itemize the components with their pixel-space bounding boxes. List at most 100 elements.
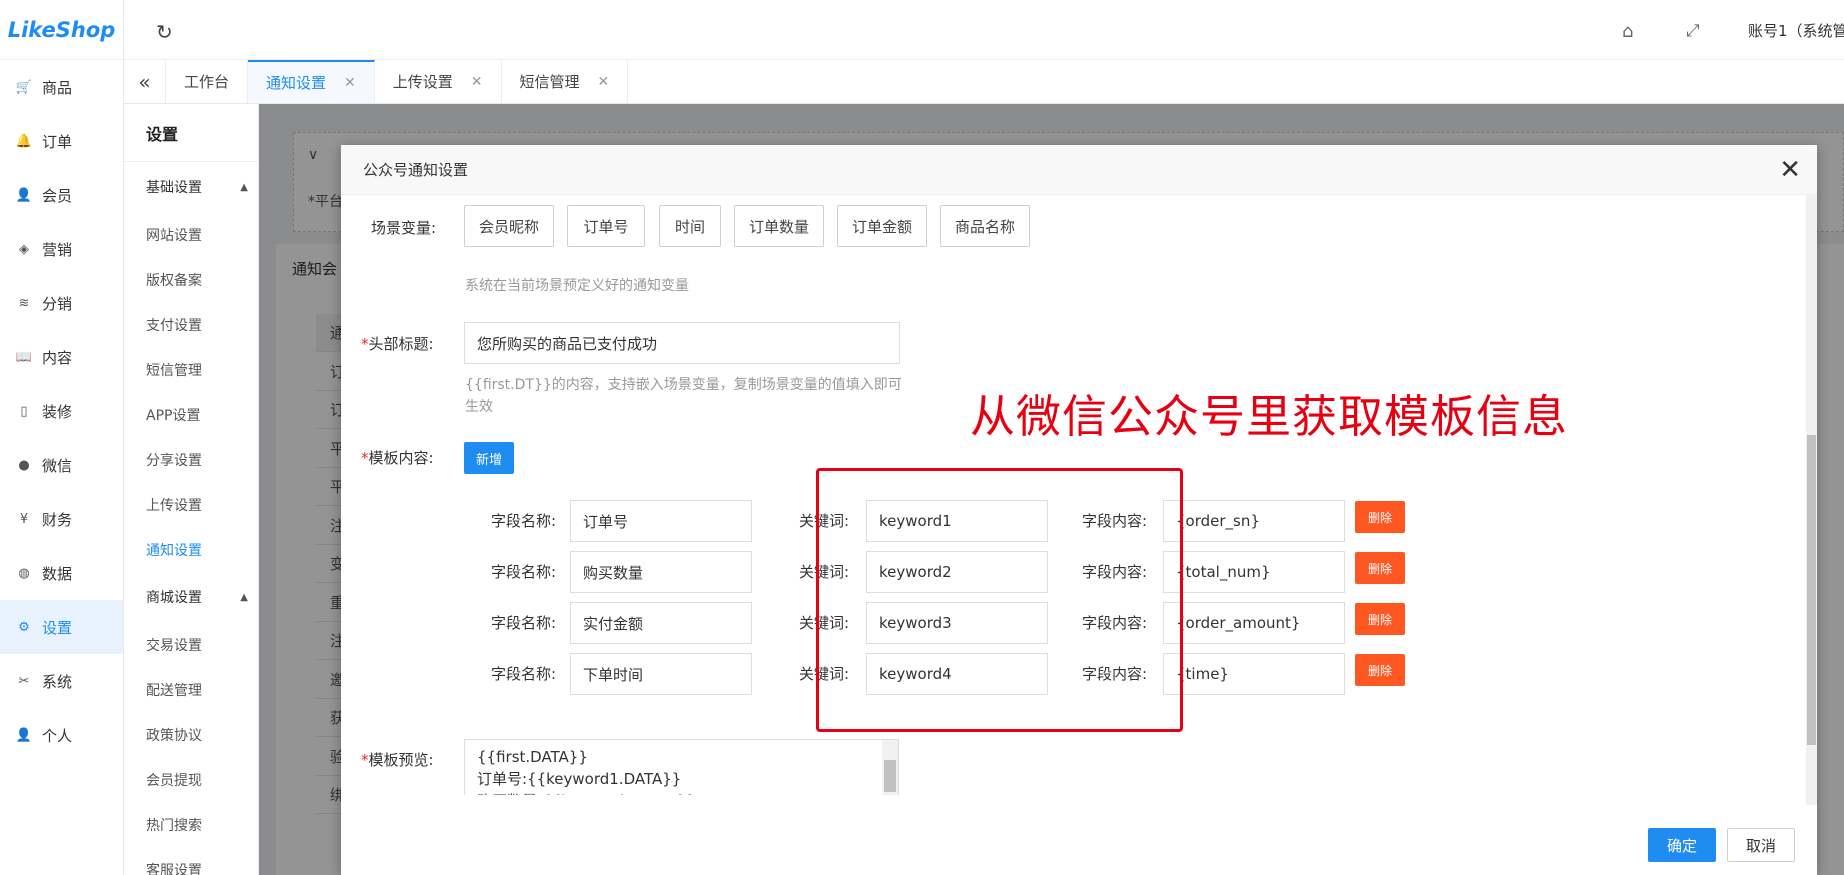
scene-var-button[interactable]: 会员昵称 — [464, 205, 554, 247]
globe-icon: ◍ — [18, 565, 30, 581]
delete-row-button[interactable]: 删除 — [1355, 552, 1405, 584]
field-name-input[interactable]: 订单号 — [570, 500, 752, 542]
field-name-input[interactable]: 实付金额 — [570, 602, 752, 644]
close-icon[interactable]: ✕ — [344, 75, 356, 91]
close-icon[interactable]: ✕ — [1779, 155, 1801, 185]
scene-var-button[interactable]: 订单号 — [567, 205, 645, 247]
scene-var-button[interactable]: 商品名称 — [940, 205, 1030, 247]
preview-line: 购买数量:{{keyword2.DATA}} — [477, 790, 886, 795]
caret-up-icon: ▲ — [240, 181, 248, 193]
submenu-item[interactable]: 政策协议 — [124, 712, 258, 757]
field-name-label: 字段名称: — [491, 563, 557, 581]
field-name-label: 字段名称: — [491, 614, 557, 632]
nav-item-user[interactable]: 👤 会员 — [0, 168, 123, 222]
field-name-input[interactable]: 下单时间 — [570, 653, 752, 695]
settings-submenu: 设置 基础设置 ▲ 网站设置 版权备案 支付设置 短信管理 APP设置 分享设置 上传设置通… — [124, 104, 259, 875]
confirm-button[interactable]: 确定 — [1648, 828, 1716, 862]
nav-item-label: 系统 — [42, 672, 73, 691]
required-mark: * — [361, 335, 369, 353]
template-preview[interactable]: {{first.DATA}} 订单号:{{keyword1.DATA}} 购买数量:… — [464, 739, 899, 795]
field-name-label: 字段名称: — [491, 665, 557, 683]
submenu-item[interactable]: 交易设置 — [124, 622, 258, 667]
submenu-item[interactable]: 会员提现 — [124, 757, 258, 802]
submenu-item[interactable]: 分享设置 — [124, 437, 258, 482]
tab-upload-settings[interactable]: 上传设置 ✕ — [375, 60, 502, 103]
nav-item-globe[interactable]: ◍ 数据 — [0, 546, 123, 600]
book-icon: 📖 — [15, 349, 33, 365]
nav-item-box[interactable]: ◈ 营销 — [0, 222, 123, 276]
nav-item-bell[interactable]: 🔔 订单 — [0, 114, 123, 168]
field-name-input[interactable]: 购买数量 — [570, 551, 752, 593]
nav-item-tools[interactable]: ✂ 系统 — [0, 654, 123, 708]
tab-label: 工作台 — [184, 73, 230, 91]
cart-icon: 🛒 — [15, 79, 33, 95]
nav-item-person[interactable]: 👤 个人 — [0, 708, 123, 762]
tab-notification-settings[interactable]: 通知设置 ✕ — [248, 60, 375, 103]
scene-var-button[interactable]: 订单金额 — [837, 205, 927, 247]
nav-item-gear[interactable]: ⚙ 设置 — [0, 600, 123, 654]
submenu-item[interactable]: 配送管理 — [124, 667, 258, 712]
modal-scrollbar[interactable] — [1806, 195, 1817, 805]
scene-var-button[interactable]: 订单数量 — [734, 205, 824, 247]
preview-scrollbar[interactable] — [882, 740, 898, 795]
cancel-button[interactable]: 取消 — [1727, 828, 1795, 862]
scrollbar-thumb[interactable] — [1807, 435, 1816, 745]
nav-list: 🛒 商品 🔔 订单 👤 会员 ◈ 营销 ≋ 分销 📖 内容 ▯ 装修 ● 微信 ¥ 财务 ◍ 数据 ⚙ 设置 ✂ 系统 👤 个人 — [0, 60, 123, 762]
tab-sms-management[interactable]: 短信管理 ✕ — [502, 60, 629, 103]
submenu-item[interactable]: 短信管理 — [124, 347, 258, 392]
preview-line: 订单号:{{keyword1.DATA}} — [477, 770, 682, 788]
scene-var-button[interactable]: 时间 — [659, 205, 721, 247]
submenu-item[interactable]: APP设置 — [124, 392, 258, 437]
delete-row-button[interactable]: 删除 — [1355, 654, 1405, 686]
header-hint: {{first.DT}}的内容，支持嵌入场景变量，复制场景变量的值填入即可生效 — [465, 377, 902, 415]
nav-item-yen[interactable]: ¥ 财务 — [0, 492, 123, 546]
nav-item-cart[interactable]: 🛒 商品 — [0, 60, 123, 114]
submenu-item[interactable]: 版权备案 — [124, 257, 258, 302]
nav-item-layers[interactable]: ≋ 分销 — [0, 276, 123, 330]
tab-workbench[interactable]: 工作台 — [166, 60, 249, 103]
account-menu[interactable]: 账号1（系统管 — [1748, 20, 1844, 41]
submenu-item[interactable]: 客服设置 — [124, 847, 258, 875]
box-icon: ◈ — [19, 241, 29, 257]
nav-item-wechat[interactable]: ● 微信 — [0, 438, 123, 492]
submenu-item[interactable]: 热门搜索 — [124, 802, 258, 847]
submenu-item[interactable]: 网站设置 — [124, 212, 258, 257]
app-logo[interactable]: LikeShop — [0, 0, 123, 60]
refresh-icon[interactable]: ↻ — [156, 20, 173, 44]
collapse-sidebar-icon[interactable]: « — [124, 60, 166, 103]
delete-row-button[interactable]: 删除 — [1355, 603, 1405, 635]
tag-icon[interactable]: ⌂ — [1622, 21, 1633, 42]
header-title-input[interactable]: 您所购买的商品已支付成功 — [464, 322, 900, 364]
close-icon[interactable]: ✕ — [598, 74, 610, 90]
field-content-input[interactable]: {order_amount} — [1163, 602, 1345, 644]
nav-item-label: 设置 — [42, 618, 73, 637]
submenu-item[interactable]: 上传设置 — [124, 482, 258, 527]
field-content-input[interactable]: {total_num} — [1163, 551, 1345, 593]
group-label: 商城设置 — [146, 590, 202, 606]
close-icon[interactable]: ✕ — [471, 74, 483, 90]
fullscreen-icon[interactable]: ⤢ — [1686, 21, 1700, 41]
label-text: 模板内容: — [368, 449, 434, 467]
nav-item-label: 会员 — [42, 186, 73, 205]
field-content-input[interactable]: {order_sn} — [1163, 500, 1345, 542]
template-content-label: *模板内容: — [361, 447, 434, 468]
wechat-icon: ● — [18, 457, 30, 473]
layers-icon: ≋ — [18, 295, 30, 311]
sidebar: LikeShop 🛒 商品 🔔 订单 👤 会员 ◈ 营销 ≋ 分销 📖 内容 ▯ 装修 ● 微信 ¥ 财务 ◍ 数据 ⚙… — [0, 0, 124, 875]
submenu-item[interactable]: 支付设置 — [124, 302, 258, 347]
scrollbar-thumb[interactable] — [884, 760, 896, 792]
delete-row-button[interactable]: 删除 — [1355, 501, 1405, 533]
field-content-input[interactable]: {time} — [1163, 653, 1345, 695]
nav-item-label: 财务 — [42, 510, 73, 529]
submenu-group-basic[interactable]: 基础设置 ▲ — [124, 162, 258, 212]
nav-item-phone[interactable]: ▯ 装修 — [0, 384, 123, 438]
add-field-button[interactable]: 新增 — [464, 442, 514, 474]
nav-item-label: 订单 — [42, 132, 73, 151]
annotation-text: 从微信公众号里获取模板信息 — [970, 390, 1569, 443]
nav-item-label: 内容 — [42, 348, 73, 367]
submenu-group-mall[interactable]: 商城设置 ▲ — [124, 572, 258, 622]
nav-item-book[interactable]: 📖 内容 — [0, 330, 123, 384]
tab-label: 上传设置 — [392, 73, 453, 91]
submenu-item[interactable]: 通知设置 — [124, 527, 258, 572]
nav-item-label: 商品 — [42, 78, 73, 97]
